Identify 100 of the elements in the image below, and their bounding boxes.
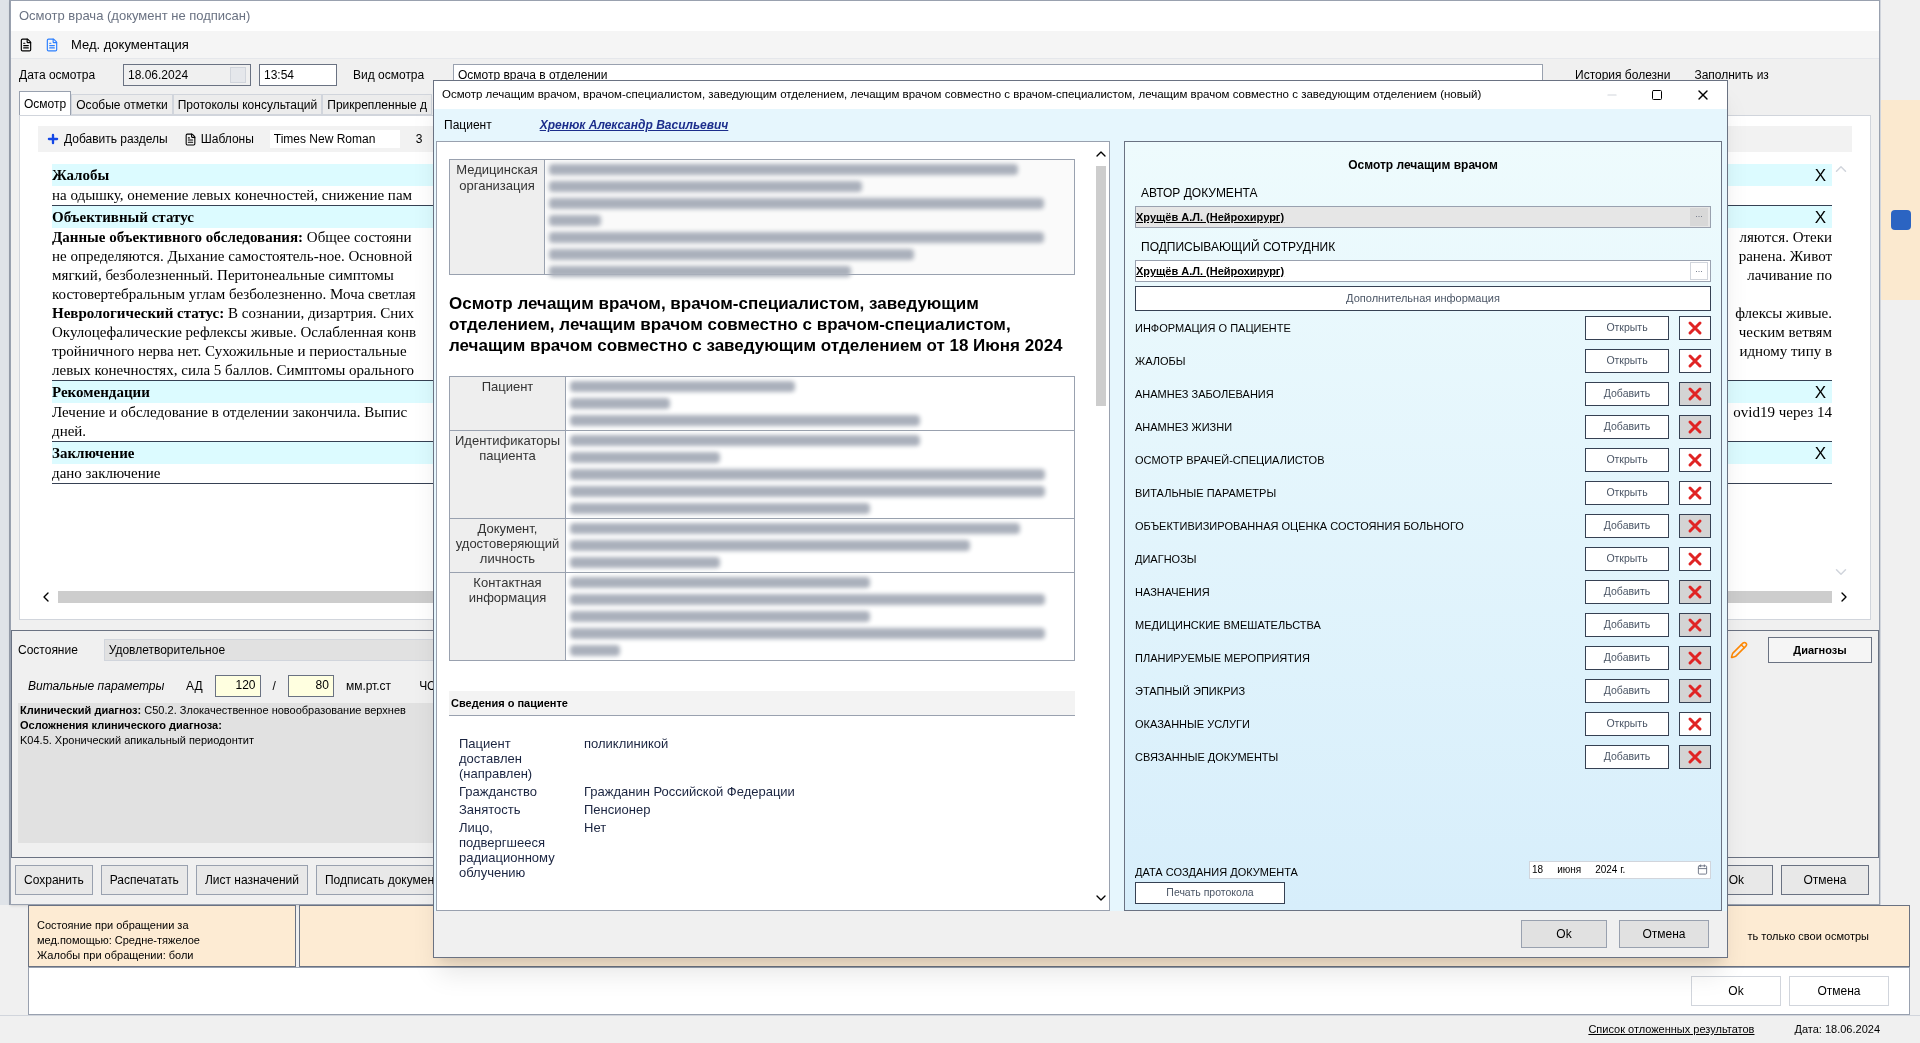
cross-icon — [1687, 320, 1703, 336]
cancel-button[interactable]: Отмена — [1781, 865, 1869, 895]
paragraph-text: флексы живые. — [1735, 304, 1832, 323]
section-action-button[interactable]: Добавить — [1585, 613, 1669, 637]
date-field[interactable]: 18.06.2024 — [123, 64, 251, 86]
section-action-button[interactable]: Добавить — [1585, 580, 1669, 604]
delete-button[interactable] — [1679, 448, 1711, 472]
delete-button[interactable] — [1679, 679, 1711, 703]
add-sections-button[interactable]: Добавить разделы — [46, 130, 168, 148]
browse-button[interactable]: ... — [1690, 262, 1708, 280]
section-name: ЖАЛОБЫ — [1135, 353, 1187, 369]
delete-button[interactable] — [1679, 316, 1711, 340]
cross-icon — [1687, 386, 1703, 402]
paragraph-text: идному типу в — [1739, 342, 1832, 361]
cross-icon — [1687, 551, 1703, 567]
row-label: Пациент — [450, 377, 566, 430]
deferred-results-link[interactable]: Список отложенных результатов — [1588, 1021, 1755, 1038]
section-action-button[interactable]: Открыть — [1585, 448, 1669, 472]
author-label: АВТОР ДОКУМЕНТА — [1141, 185, 1259, 202]
section-action-button[interactable]: Открыть — [1585, 712, 1669, 736]
time-field[interactable]: 13:54 — [259, 64, 337, 86]
export-icon[interactable] — [45, 37, 59, 52]
remove-section-button[interactable]: X — [1814, 165, 1826, 185]
section-action-button[interactable]: Открыть — [1585, 547, 1669, 571]
patient-link[interactable]: Хренюк Александр Васильевич — [539, 116, 729, 134]
section-action-button[interactable]: Открыть — [1585, 481, 1669, 505]
section-action-button[interactable]: Добавить — [1585, 646, 1669, 670]
diagnosis-text: Осложнения клинического диагноза: — [20, 718, 222, 733]
bp-systolic-field[interactable]: 120 — [214, 675, 261, 697]
cross-icon — [1687, 716, 1703, 732]
section-name: СВЯЗАННЫЕ ДОКУМЕНТЫ — [1135, 749, 1280, 765]
section-name: ДИАГНОЗЫ — [1135, 551, 1198, 567]
row-label: Медицинская организация — [450, 160, 545, 274]
delete-button[interactable] — [1679, 712, 1711, 736]
action-button[interactable]: Лист назначений — [195, 865, 308, 895]
action-button[interactable]: Распечатать — [100, 865, 188, 895]
paragraph-text: тройничного нерва нет. Сухожильные и периостальные — [52, 342, 407, 361]
menu-item[interactable]: Мед. документация — [71, 34, 189, 55]
extra-info-button[interactable]: Дополнительная информация — [1135, 286, 1711, 311]
delete-button[interactable] — [1679, 547, 1711, 571]
remove-section-button[interactable]: X — [1814, 382, 1826, 402]
print-button[interactable]: Печать протокола — [1135, 882, 1285, 904]
cross-icon — [1687, 683, 1703, 699]
calendar-icon[interactable] — [1697, 864, 1708, 876]
delete-button[interactable] — [1679, 415, 1711, 439]
maximize-icon[interactable] — [1651, 89, 1663, 101]
tab[interactable]: Протоколы консультаций — [172, 94, 323, 115]
tab[interactable]: Особые отметки — [71, 94, 173, 115]
cancel-button[interactable]: Отмена — [1789, 976, 1889, 1006]
signer-field[interactable]: Хрущёв А.Л. (Нейрохирург) ... — [1135, 260, 1711, 282]
delete-button[interactable] — [1679, 580, 1711, 604]
info-value: Нет — [584, 819, 607, 837]
section-name: АНАМНЕЗ ЗАБОЛЕВАНИЯ — [1135, 386, 1275, 402]
ok-button[interactable]: Ok — [1691, 976, 1781, 1006]
info-value: поликлиникой — [584, 735, 669, 753]
dialog-title: Осмотр лечащим врачом, врачом-специалистом, заведующим отделением, лечащим врачом совместно с врачом-специалистом, лечащим врачом совместно с заведующим отделением (новый) — [442, 87, 1483, 103]
font-size-select[interactable]: 3 — [415, 130, 423, 148]
info-value: Гражданин Российской Федерации — [584, 783, 795, 799]
history-link[interactable]: История болезни — [1575, 66, 1671, 84]
tab[interactable]: Осмотр — [19, 91, 72, 115]
section-heading: Рекомендации — [52, 382, 150, 402]
diagnoses-button[interactable]: Диагнозы — [1768, 637, 1872, 663]
templates-button[interactable]: Шаблоны — [183, 130, 254, 148]
remove-section-button[interactable]: X — [1814, 443, 1826, 463]
section-action-button[interactable]: Добавить — [1585, 679, 1669, 703]
delete-button[interactable] — [1679, 481, 1711, 505]
scrollbar-thumb[interactable] — [1096, 166, 1106, 406]
remove-section-button[interactable]: X — [1814, 207, 1826, 227]
row-label: Контактная информация — [450, 573, 566, 660]
section-action-button[interactable]: Открыть — [1585, 316, 1669, 340]
paragraph-text: ранена. Живот — [1738, 247, 1832, 266]
exam-type-label: Вид осмотра — [353, 67, 426, 84]
ok-button[interactable]: Ok — [1521, 920, 1607, 948]
delete-button[interactable] — [1679, 382, 1711, 406]
font-select[interactable]: Times New Roman — [269, 130, 400, 148]
delete-button[interactable] — [1679, 646, 1711, 670]
section-name: ЭТАПНЫЙ ЭПИКРИЗ — [1135, 683, 1247, 699]
info-label: Пациент доставлен (направлен) — [459, 735, 534, 781]
paragraph-text: ляются. Отеки — [1739, 228, 1832, 247]
section-action-button[interactable]: Добавить — [1585, 514, 1669, 538]
delete-button[interactable] — [1679, 613, 1711, 637]
diagnosis-text: Клинический диагноз: C50.2. Злокачественное новообразование верхнев — [20, 703, 406, 718]
tab[interactable]: Прикрепленные д — [322, 94, 432, 115]
action-button[interactable]: Сохранить — [15, 865, 93, 895]
section-action-button[interactable]: Добавить — [1585, 415, 1669, 439]
date-picker[interactable]: 18 июня 2024 г. — [1529, 860, 1711, 879]
state-label: Состояние — [18, 642, 79, 659]
section-action-button[interactable]: Открыть — [1585, 349, 1669, 373]
section-name: ОСМОТР ВРАЧЕЙ-СПЕЦИАЛИСТОВ — [1135, 452, 1326, 468]
delete-button[interactable] — [1679, 514, 1711, 538]
fill-from-menu[interactable]: Заполнить из — [1694, 66, 1769, 84]
section-action-button[interactable]: Добавить — [1585, 382, 1669, 406]
section-action-button[interactable]: Добавить — [1585, 745, 1669, 769]
section-name: ОКАЗАННЫЕ УСЛУГИ — [1135, 716, 1251, 732]
delete-button[interactable] — [1679, 745, 1711, 769]
cancel-button[interactable]: Отмена — [1619, 920, 1709, 948]
row-label: Документ, удостоверяющий личность — [450, 519, 566, 572]
delete-button[interactable] — [1679, 349, 1711, 373]
paragraph-text: ovid19 через 14 — [1733, 403, 1832, 422]
bp-diastolic-field[interactable]: 80 — [287, 675, 334, 697]
